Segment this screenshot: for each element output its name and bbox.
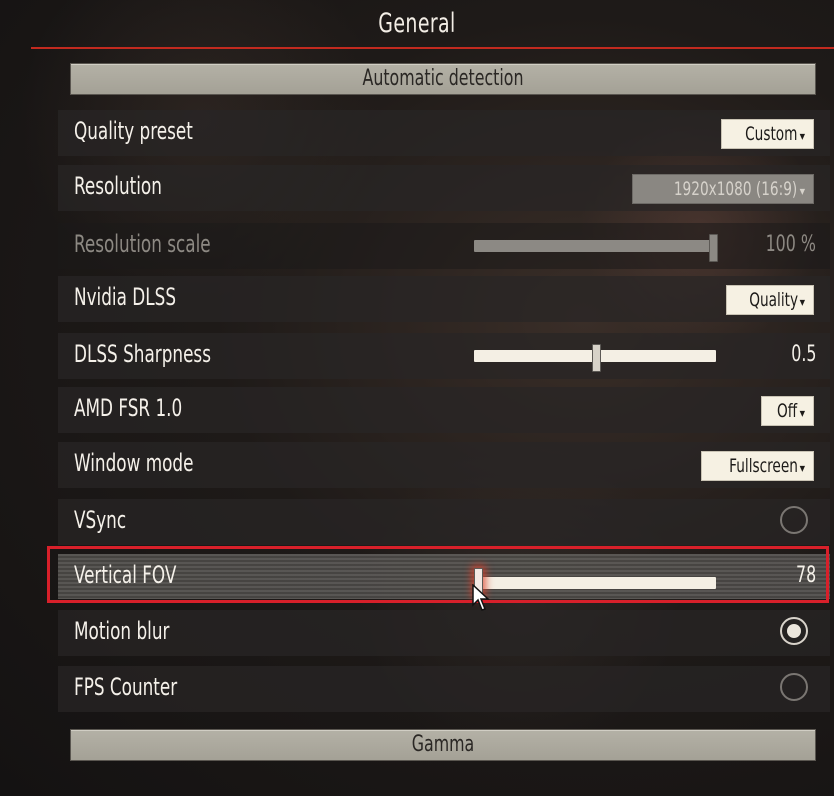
quality-preset-label: Quality preset (74, 117, 193, 145)
setting-row-amd-fsr: AMD FSR 1.0 Off ▾ (58, 387, 830, 433)
vsync-toggle[interactable] (780, 506, 808, 534)
setting-row-vsync: VSync (58, 499, 830, 545)
resolution-scale-slider-track[interactable] (474, 240, 716, 252)
quality-preset-value: Custom (745, 123, 798, 145)
setting-row-motion-blur: Motion blur (58, 610, 830, 656)
gamma-button[interactable]: Gamma (70, 729, 816, 761)
resolution-scale-value: 100 % (765, 232, 816, 257)
chevron-down-icon: ▾ (799, 406, 805, 420)
chevron-down-icon: ▾ (799, 129, 805, 143)
setting-row-nvidia-dlss: Nvidia DLSS Quality ▾ (58, 276, 830, 322)
setting-row-resolution: Resolution 1920x1080 (16:9) ▾ (58, 165, 830, 211)
dlss-sharpness-value: 0.5 (790, 342, 816, 367)
panel-header: General (0, 0, 834, 49)
header-divider (31, 47, 834, 49)
setting-row-fps-counter: FPS Counter (58, 666, 830, 712)
chevron-down-icon: ▾ (799, 461, 805, 475)
setting-row-quality-preset: Quality preset Custom ▾ (58, 110, 830, 156)
page-title: General (378, 8, 456, 39)
resolution-dropdown[interactable]: 1920x1080 (16:9) ▾ (632, 174, 814, 204)
amd-fsr-label: AMD FSR 1.0 (74, 394, 183, 422)
setting-row-resolution-scale: Resolution scale 100 % (58, 223, 830, 269)
window-mode-label: Window mode (74, 449, 194, 477)
motion-blur-toggle[interactable] (780, 617, 808, 645)
window-mode-value: Fullscreen (728, 455, 798, 477)
dlss-sharpness-slider-thumb[interactable] (591, 344, 601, 372)
automatic-detection-button[interactable]: Automatic detection (70, 63, 816, 95)
fps-counter-label: FPS Counter (74, 673, 178, 701)
fps-counter-toggle[interactable] (780, 673, 808, 701)
quality-preset-dropdown[interactable]: Custom ▾ (721, 119, 814, 149)
resolution-scale-label: Resolution scale (74, 230, 211, 258)
gamma-label: Gamma (411, 732, 475, 757)
nvidia-dlss-value: Quality (748, 289, 798, 311)
selection-highlight (47, 546, 829, 603)
window-mode-dropdown[interactable]: Fullscreen ▾ (700, 451, 814, 481)
nvidia-dlss-dropdown[interactable]: Quality ▾ (725, 285, 814, 315)
dlss-sharpness-label: DLSS Sharpness (74, 340, 211, 368)
amd-fsr-value: Off (777, 400, 798, 422)
amd-fsr-dropdown[interactable]: Off ▾ (761, 396, 814, 426)
nvidia-dlss-label: Nvidia DLSS (74, 283, 177, 311)
setting-row-window-mode: Window mode Fullscreen ▾ (58, 442, 830, 488)
chevron-down-icon: ▾ (799, 295, 805, 309)
motion-blur-label: Motion blur (74, 617, 170, 645)
vsync-label: VSync (74, 506, 127, 534)
setting-row-dlss-sharpness: DLSS Sharpness 0.5 (58, 333, 830, 379)
chevron-down-icon: ▾ (799, 184, 805, 198)
resolution-label: Resolution (74, 172, 162, 200)
resolution-scale-slider-thumb[interactable] (709, 234, 718, 262)
resolution-value: 1920x1080 (16:9) (674, 178, 798, 200)
automatic-detection-label: Automatic detection (362, 66, 524, 91)
